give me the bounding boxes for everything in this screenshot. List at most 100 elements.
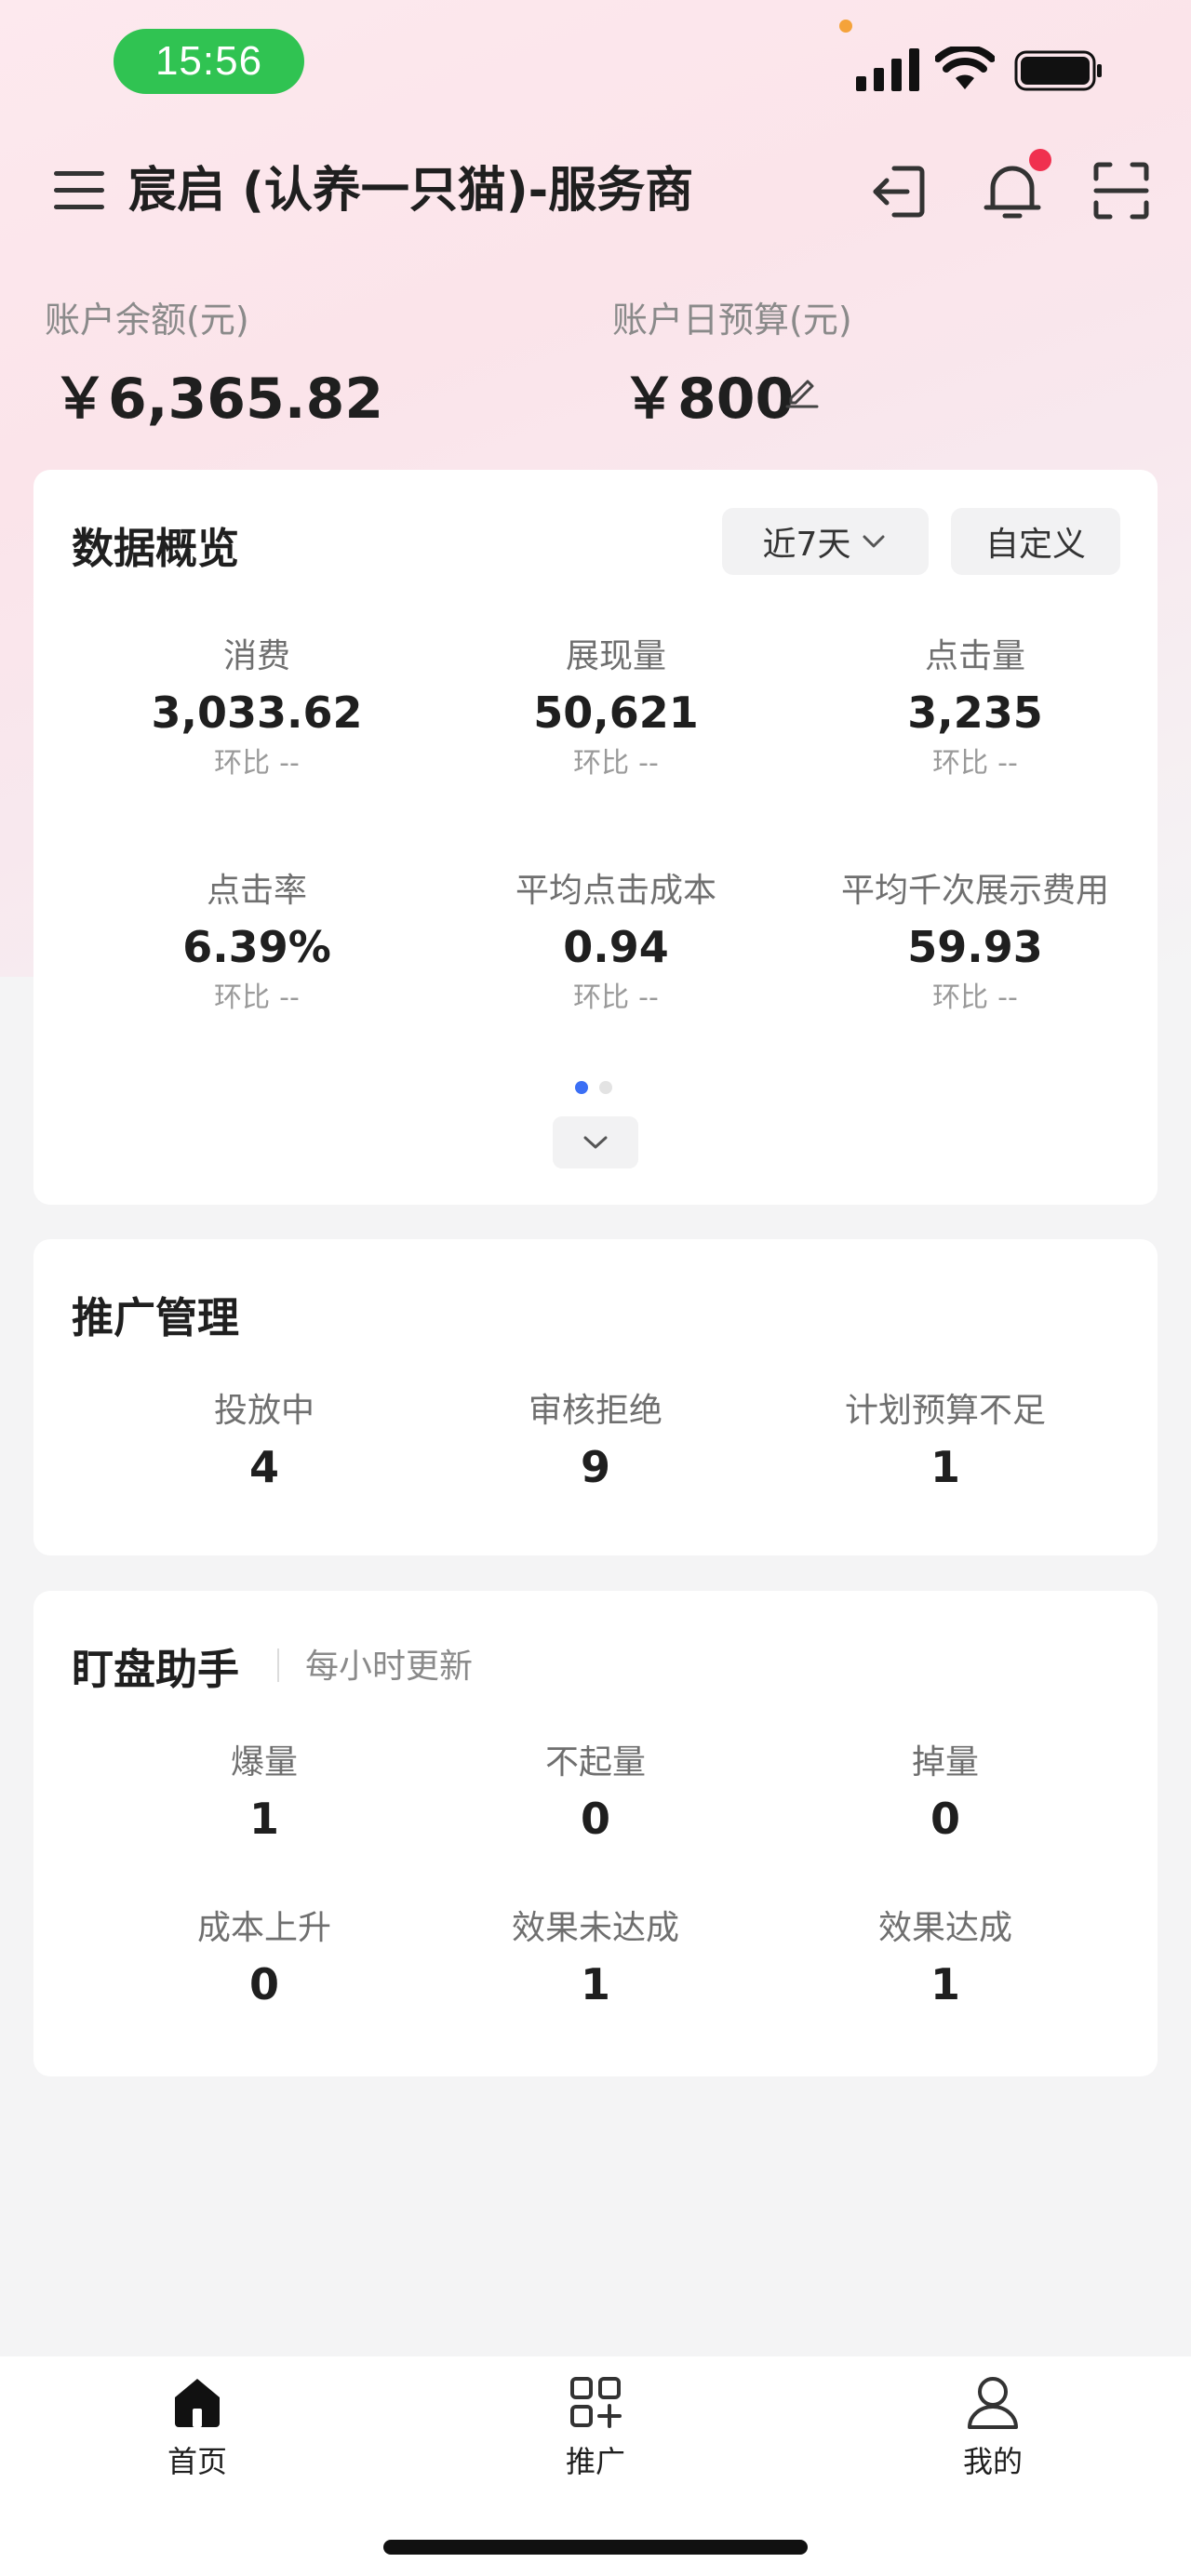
- stat-value: 1: [248, 1794, 279, 1844]
- ratio-value: --: [638, 981, 659, 1014]
- chevron-down-icon: [583, 1136, 608, 1149]
- stat-no-volume[interactable]: 不起量 0: [419, 1742, 772, 1851]
- account-balance-label: 账户余额(元): [45, 300, 249, 340]
- status-time: 15:56: [114, 29, 304, 94]
- account-balance-value: ￥6,365.82: [52, 367, 384, 432]
- ratio-label: 环比: [214, 981, 271, 1014]
- home-icon: [175, 2379, 220, 2427]
- tab-home[interactable]: 首页: [104, 2375, 290, 2481]
- stat-label: 审核拒绝: [528, 1392, 662, 1430]
- stat-value: 0: [580, 1794, 610, 1844]
- tab-mine[interactable]: 我的: [900, 2375, 1086, 2481]
- ratio-label: 环比: [932, 981, 989, 1014]
- metric-cpm[interactable]: 平均千次展示费用 59.93 环比 --: [798, 870, 1152, 1017]
- stat-delivering[interactable]: 投放中 4: [87, 1390, 441, 1500]
- ratio-value: --: [997, 747, 1018, 780]
- pager-dot-active[interactable]: [575, 1081, 588, 1094]
- metric-cost[interactable]: 消费 3,033.62 环比 --: [80, 635, 434, 782]
- stat-value: 9: [580, 1442, 610, 1492]
- switch-account-icon[interactable]: [870, 163, 928, 220]
- pager-dot[interactable]: [599, 1081, 612, 1094]
- metric-label: 平均千次展示费用: [840, 872, 1109, 910]
- date-range-label: 近7天: [762, 526, 851, 564]
- metric-label: 点击量: [924, 637, 1025, 675]
- ratio-value: --: [279, 747, 300, 780]
- stat-cost-rising[interactable]: 成本上升 0: [87, 1907, 441, 2017]
- promotion-management-card: 推广管理 投放中 4 审核拒绝 9 计划预算不足 1: [33, 1239, 1158, 1555]
- home-indicator[interactable]: [383, 2540, 808, 2555]
- stat-review-rejected[interactable]: 审核拒绝 9: [419, 1390, 772, 1500]
- metric-impressions[interactable]: 展现量 50,621 环比 --: [439, 635, 793, 782]
- stat-label: 投放中: [213, 1392, 314, 1430]
- monitor-assistant-card: 盯盘助手 爆量 1 不起量 0 掉量 0 成本上升 0 效果未达成 1 效果达成…: [33, 1591, 1158, 2076]
- cellular-signal-icon: [856, 48, 919, 91]
- daily-budget-label: 账户日预算(元): [612, 300, 852, 340]
- metric-avg-cpc[interactable]: 平均点击成本 0.94 环比 --: [439, 870, 793, 1017]
- metric-value: 0.94: [563, 922, 669, 972]
- battery-icon: [1014, 50, 1102, 91]
- menu-icon[interactable]: [52, 167, 106, 214]
- metric-ratio: 环比 --: [80, 980, 434, 1017]
- ratio-value: --: [638, 747, 659, 780]
- expand-metrics-button[interactable]: [553, 1116, 638, 1168]
- daily-budget-value: ￥800: [622, 367, 795, 432]
- data-overview-card: 数据概览 近7天 自定义 消费 3,033.62 环比 -- 展现量 50,621…: [33, 470, 1158, 1205]
- tab-label: 推广: [565, 2444, 625, 2479]
- ratio-label: 环比: [573, 981, 630, 1014]
- wifi-icon: [935, 47, 995, 89]
- edit-budget-icon[interactable]: [783, 372, 821, 409]
- metric-ratio: 环比 --: [798, 745, 1152, 782]
- metric-value: 59.93: [907, 922, 1043, 972]
- metric-clicks[interactable]: 点击量 3,235 环比 --: [798, 635, 1152, 782]
- stat-value: 0: [930, 1794, 960, 1844]
- tab-promotion[interactable]: 推广: [502, 2375, 689, 2481]
- stat-label: 掉量: [911, 1743, 979, 1782]
- promotion-title[interactable]: 推广管理: [72, 1284, 239, 1344]
- monitor-subtitle: 每小时更新: [305, 1648, 474, 1686]
- notification-badge: [1029, 149, 1051, 171]
- stat-goal-met[interactable]: 效果达成 1: [769, 1907, 1122, 2017]
- stat-label: 效果未达成: [511, 1909, 679, 1947]
- stat-label: 不起量: [544, 1743, 646, 1782]
- stat-value: 1: [930, 1959, 960, 2009]
- home-page: 15:56 宸启 (认养一只猫)-服务商 账户余额(元) ￥6,365.82 账…: [0, 0, 1191, 2576]
- privacy-indicator-dot: [839, 20, 852, 33]
- ratio-value: --: [997, 981, 1018, 1014]
- metric-ratio: 环比 --: [80, 745, 434, 782]
- metric-ratio: 环比 --: [798, 980, 1152, 1017]
- ratio-value: --: [279, 981, 300, 1014]
- page-title[interactable]: 宸启 (认养一只猫)-服务商: [128, 158, 693, 223]
- stat-budget-insufficient[interactable]: 计划预算不足 1: [769, 1390, 1122, 1500]
- stat-surge[interactable]: 爆量 1: [87, 1742, 441, 1851]
- metric-value: 3,235: [907, 687, 1043, 738]
- metric-ctr[interactable]: 点击率 6.39% 环比 --: [80, 870, 434, 1017]
- stat-value: 1: [930, 1442, 960, 1492]
- overview-title: 数据概览: [72, 524, 240, 573]
- metric-value: 3,033.62: [151, 687, 363, 738]
- stat-value: 4: [248, 1442, 279, 1492]
- stat-volume-drop[interactable]: 掉量 0: [769, 1742, 1122, 1851]
- metric-ratio: 环比 --: [439, 980, 793, 1017]
- chevron-down-icon: [863, 535, 885, 548]
- user-icon: [968, 2377, 1018, 2429]
- metric-label: 平均点击成本: [515, 872, 716, 910]
- tab-label: 首页: [167, 2444, 227, 2479]
- metric-label: 点击率: [206, 872, 307, 910]
- metric-value: 6.39%: [182, 922, 331, 972]
- stat-label: 成本上升: [196, 1909, 331, 1947]
- grid-plus-icon: [570, 2377, 622, 2428]
- tab-label: 我的: [962, 2444, 1023, 2479]
- stat-value: 1: [580, 1959, 610, 2009]
- scan-icon[interactable]: [1093, 162, 1149, 220]
- ratio-label: 环比: [573, 747, 630, 780]
- custom-range-button[interactable]: 自定义: [951, 508, 1120, 575]
- stat-goal-not-met[interactable]: 效果未达成 1: [419, 1907, 772, 2017]
- metric-label: 展现量: [565, 637, 666, 675]
- date-range-dropdown[interactable]: 近7天: [722, 508, 929, 575]
- ratio-label: 环比: [932, 747, 989, 780]
- monitor-title[interactable]: 盯盘助手: [72, 1635, 239, 1696]
- metric-label: 消费: [222, 637, 290, 675]
- ratio-label: 环比: [214, 747, 271, 780]
- stat-value: 0: [248, 1959, 279, 2009]
- metric-ratio: 环比 --: [439, 745, 793, 782]
